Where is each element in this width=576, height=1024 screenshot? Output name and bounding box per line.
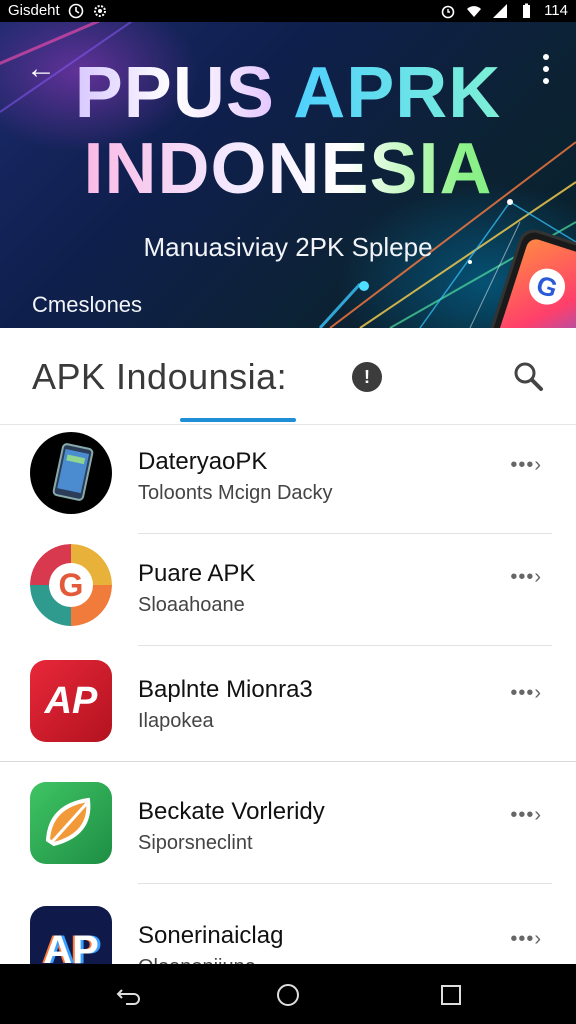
more-options-icon[interactable]: •••› (510, 566, 542, 589)
divider (138, 533, 552, 534)
search-icon[interactable] (512, 360, 544, 392)
hero-title-part-a: PPUS (74, 53, 275, 133)
wifi-icon (467, 5, 482, 17)
svg-text:G: G (59, 567, 84, 603)
back-icon[interactable] (116, 982, 142, 1008)
app-title: DateryaoPK (138, 448, 268, 475)
more-options-icon[interactable]: •••› (510, 804, 542, 827)
status-carrier-text: Gisdeht (8, 2, 60, 19)
app-icon-ap-text: AP (44, 680, 98, 722)
list-item[interactable]: G Puare APK Sloaahoane •••› (0, 536, 576, 646)
home-icon[interactable] (275, 982, 301, 1008)
clock-icon (68, 3, 84, 18)
app-title: Puare APK (138, 560, 256, 587)
status-time: 114 (544, 2, 568, 19)
hero-subtitle: Manuasiviay 2PK Splepe (143, 232, 433, 262)
app-icon-phone (30, 432, 112, 514)
app-subtitle: Toloonts Mcign Dacky (138, 482, 333, 504)
app-icon-leaf (30, 782, 112, 864)
hero-title-part-b: APRK (293, 53, 502, 133)
list-item[interactable]: Beckate Vorleridy Siporsneclint •••› (0, 774, 576, 884)
app-subtitle: Sloaahoane (138, 594, 245, 616)
info-icon[interactable]: ! (352, 362, 382, 392)
app-subtitle: Ilapokea (138, 710, 214, 732)
more-options-icon[interactable]: •••› (510, 928, 542, 951)
tab-indicator (180, 418, 296, 422)
hero-small-text: Cmeslones (32, 292, 143, 317)
signal-icon (493, 3, 508, 18)
page-title: APK Indounsia: (32, 356, 288, 397)
alarm-icon (441, 5, 455, 18)
divider (0, 761, 576, 762)
hero-title-line1: PPUS APRK (0, 52, 576, 134)
hero-banner: ← PPUS APRK INDONESIA Manuasiviay 2PK Sp… (0, 22, 576, 328)
list-item[interactable]: AP Baplnte Mionra3 Ilapokea •••› (0, 652, 576, 762)
hero-title-line2: INDONESIA (0, 128, 576, 210)
status-bar: Gisdeht 114 (0, 0, 576, 22)
more-options-icon[interactable]: •••› (510, 682, 542, 705)
app-title: Baplnte Mionra3 (138, 676, 313, 703)
battery-icon (523, 3, 531, 18)
divider (138, 645, 552, 646)
navigation-bar (0, 964, 576, 1024)
app-icon-g: G (30, 544, 112, 626)
divider (138, 883, 552, 884)
app-subtitle: Siporsneclint (138, 832, 253, 854)
section-header: APK Indounsia: ! (0, 328, 576, 425)
app-title: Sonerinaiclag (138, 922, 284, 949)
app-title: Beckate Vorleridy (138, 798, 325, 825)
settings-icon (93, 4, 106, 17)
app-icon-ap-red: AP (30, 660, 112, 742)
more-options-icon[interactable]: •••› (510, 454, 542, 477)
phone-logo: G (524, 263, 570, 310)
recents-icon[interactable] (438, 982, 464, 1008)
list-item[interactable]: DateryaoPK Toloonts Mcign Dacky •••› (0, 424, 576, 534)
